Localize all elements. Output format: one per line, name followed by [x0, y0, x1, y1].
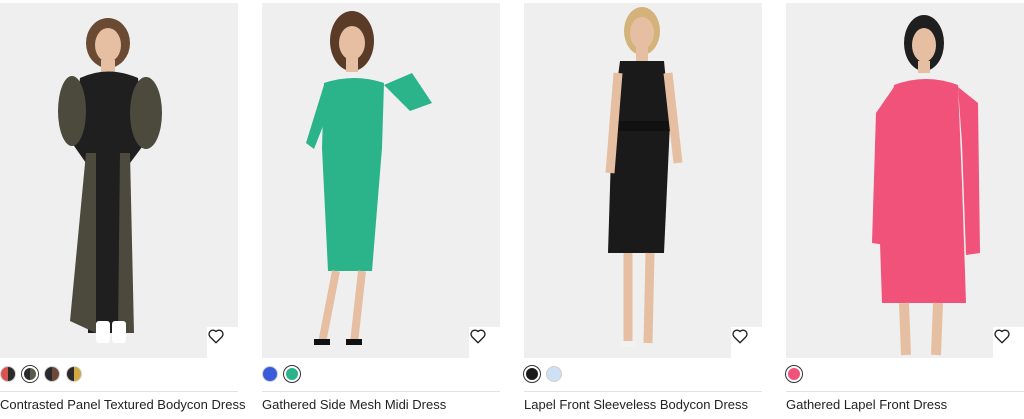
- wishlist-button[interactable]: [469, 327, 500, 358]
- card-divider: [786, 391, 1024, 392]
- wishlist-button[interactable]: [731, 327, 762, 358]
- product-title[interactable]: Gathered Lapel Front Dress: [786, 397, 1024, 412]
- swatch-black-olive[interactable]: [22, 366, 38, 382]
- product-image[interactable]: [524, 3, 762, 358]
- model-photo: [0, 3, 238, 358]
- product-title[interactable]: Gathered Side Mesh Midi Dress: [262, 397, 522, 412]
- swatch-red-black[interactable]: [0, 366, 16, 382]
- color-swatches: [0, 366, 82, 384]
- model-photo: [524, 3, 762, 358]
- product-grid: Contrasted Panel Textured Bodycon Dress: [0, 0, 1024, 419]
- color-swatches: [262, 366, 300, 384]
- product-card[interactable]: Contrasted Panel Textured Bodycon Dress: [0, 0, 245, 419]
- swatch-black[interactable]: [524, 366, 540, 382]
- heart-outline-icon: [994, 329, 1010, 344]
- product-title[interactable]: Contrasted Panel Textured Bodycon Dress: [0, 397, 260, 412]
- product-image[interactable]: [786, 3, 1024, 358]
- swatch-royal-blue[interactable]: [262, 366, 278, 382]
- heart-outline-icon: [470, 329, 486, 344]
- product-title[interactable]: Lapel Front Sleeveless Bodycon Dress: [524, 397, 784, 412]
- swatch-black-mustard[interactable]: [66, 366, 82, 382]
- product-image[interactable]: [262, 3, 500, 358]
- color-swatches: [786, 366, 802, 384]
- swatch-pink[interactable]: [786, 366, 802, 382]
- model-photo: [262, 3, 500, 358]
- product-card[interactable]: Gathered Lapel Front Dress: [786, 0, 1024, 419]
- wishlist-button[interactable]: [207, 327, 238, 358]
- color-swatches: [524, 366, 562, 384]
- product-card[interactable]: Lapel Front Sleeveless Bodycon Dress: [524, 0, 762, 419]
- swatch-pale-blue[interactable]: [546, 366, 562, 382]
- heart-outline-icon: [208, 329, 224, 344]
- heart-outline-icon: [732, 329, 748, 344]
- swatch-green[interactable]: [284, 366, 300, 382]
- product-card[interactable]: Gathered Side Mesh Midi Dress: [262, 0, 500, 419]
- swatch-black-brown[interactable]: [44, 366, 60, 382]
- wishlist-button[interactable]: [993, 327, 1024, 358]
- card-divider: [262, 391, 500, 392]
- model-photo: [786, 3, 1024, 358]
- card-divider: [524, 391, 762, 392]
- card-divider: [0, 391, 238, 392]
- product-image[interactable]: [0, 3, 238, 358]
